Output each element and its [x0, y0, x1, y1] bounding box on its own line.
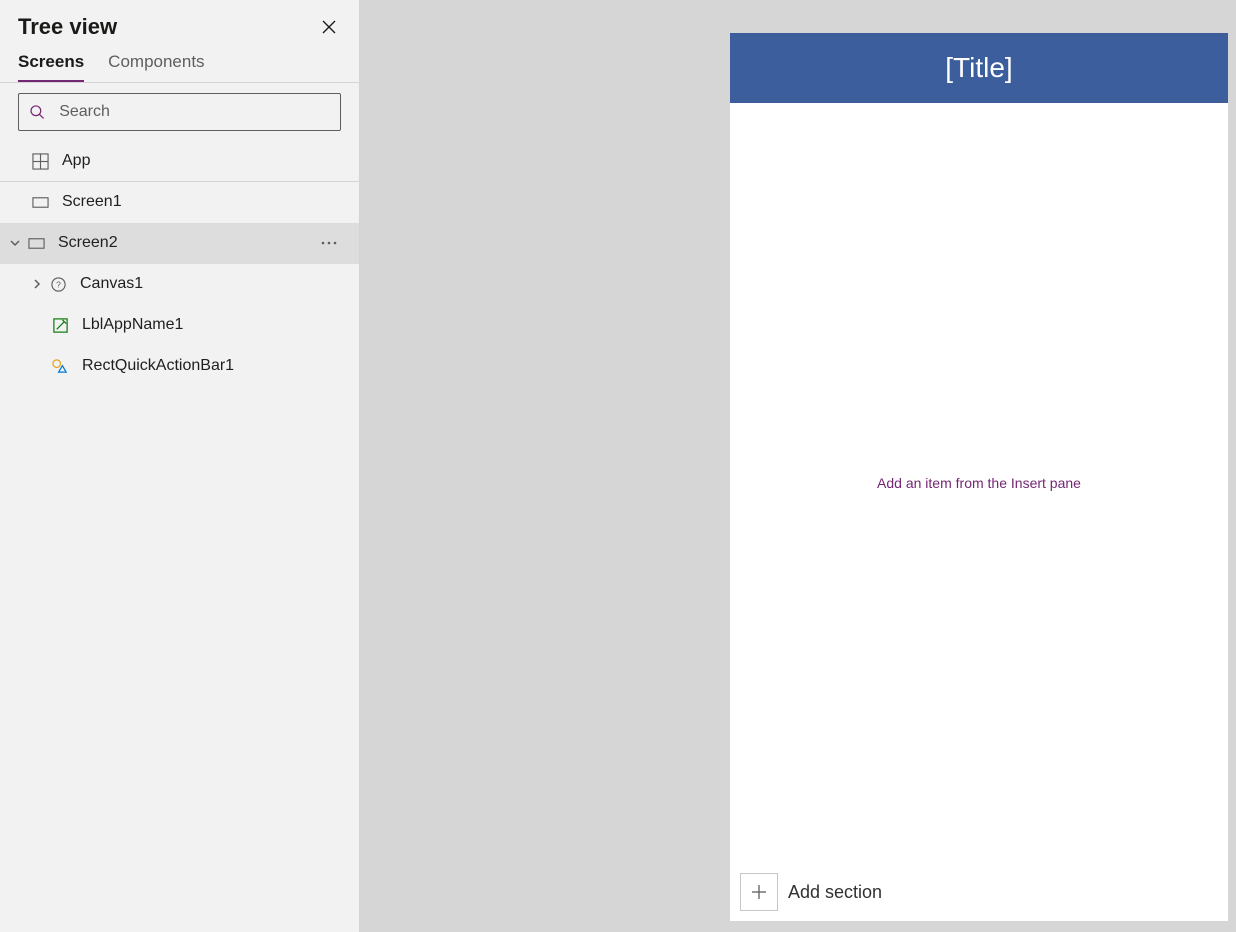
- tree-item-screen1[interactable]: Screen1: [0, 182, 359, 223]
- tab-screens[interactable]: Screens: [18, 52, 84, 82]
- more-icon: [321, 241, 337, 245]
- tree-view-panel: Tree view Screens Components App: [0, 0, 360, 932]
- tree-item-screen2[interactable]: Screen2: [0, 223, 359, 264]
- add-section-label: Add section: [788, 882, 882, 903]
- search-icon: [29, 103, 45, 121]
- tree-label-canvas1: Canvas1: [80, 275, 341, 293]
- canvas-hint-text: Add an item from the Insert pane: [877, 475, 1081, 491]
- tree-label-rectquickactionbar1: RectQuickActionBar1: [82, 357, 341, 375]
- tree-item-canvas1[interactable]: ? Canvas1: [0, 264, 359, 305]
- close-tree-button[interactable]: [317, 15, 341, 39]
- tree-item-app[interactable]: App: [0, 141, 359, 182]
- tree-tabs: Screens Components: [0, 46, 359, 83]
- plus-icon: [751, 884, 767, 900]
- app-icon: [28, 153, 52, 170]
- rect-icon: [48, 358, 72, 375]
- plus-icon-box: [740, 873, 778, 911]
- tree-label-app: App: [62, 152, 341, 170]
- tree-title: Tree view: [18, 14, 117, 40]
- canvas-title-text: [Title]: [945, 52, 1012, 84]
- tree-list: App Screen1 Screen2: [0, 141, 359, 932]
- tree-label-lblappname1: LblAppName1: [82, 316, 341, 334]
- tree-item-rectquickactionbar1[interactable]: RectQuickActionBar1: [0, 346, 359, 387]
- canvas-body[interactable]: Add an item from the Insert pane: [730, 103, 1228, 863]
- search-box[interactable]: [18, 93, 341, 131]
- tree-item-lblappname1[interactable]: LblAppName1: [0, 305, 359, 346]
- tree-label-screen1: Screen1: [62, 193, 341, 211]
- chevron-right-icon[interactable]: [28, 279, 46, 289]
- add-section-button[interactable]: Add section: [740, 873, 882, 911]
- close-icon: [321, 19, 337, 35]
- search-wrapper: [0, 83, 359, 141]
- canvas-titlebar[interactable]: [Title]: [730, 33, 1228, 103]
- more-options-button[interactable]: [317, 241, 341, 245]
- screen-icon: [28, 194, 52, 211]
- canvas-footer: Add section: [730, 863, 1228, 921]
- tree-label-screen2: Screen2: [58, 234, 317, 252]
- search-input[interactable]: [59, 103, 330, 121]
- svg-text:?: ?: [56, 279, 61, 289]
- screen-icon: [24, 235, 48, 252]
- canvas-area: [Title] Add an item from the Insert pane…: [360, 0, 1236, 932]
- label-icon: [48, 317, 72, 334]
- canvas-icon: ?: [46, 276, 70, 293]
- tree-header: Tree view: [0, 0, 359, 46]
- chevron-down-icon[interactable]: [6, 238, 24, 248]
- tab-components[interactable]: Components: [108, 52, 204, 82]
- canvas-frame[interactable]: [Title] Add an item from the Insert pane…: [730, 33, 1228, 921]
